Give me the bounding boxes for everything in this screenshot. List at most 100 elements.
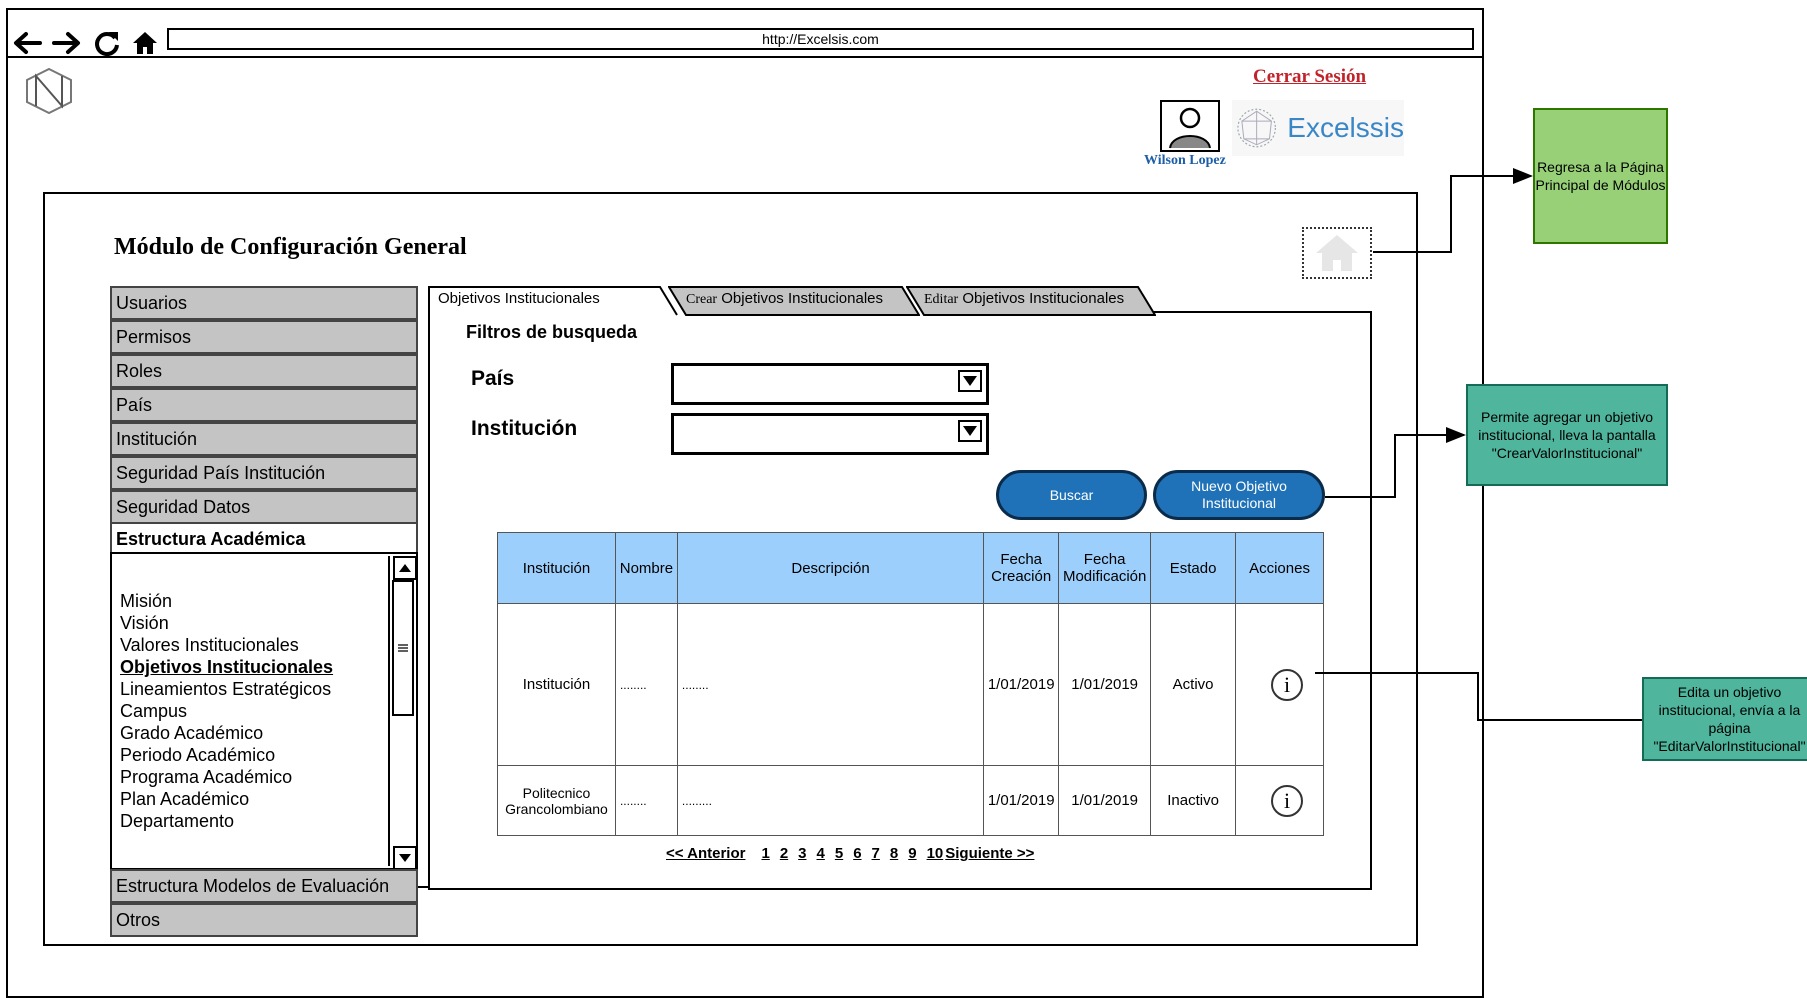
- cell-descripcion: ........: [676, 603, 985, 766]
- cell-nombre: ........: [614, 765, 678, 836]
- sidebar-item-pais[interactable]: País: [110, 388, 418, 422]
- header-descripcion: Descripción: [676, 532, 985, 604]
- header-acciones: Acciones: [1235, 532, 1324, 604]
- brand-logo: Excelssis: [1232, 100, 1404, 156]
- sidebar-item-seguridad-datos[interactable]: Seguridad Datos: [110, 490, 418, 524]
- submenu-item-periodo[interactable]: Periodo Académico: [120, 744, 275, 766]
- scroll-up-icon[interactable]: [393, 556, 417, 580]
- header-estado: Estado: [1150, 532, 1237, 604]
- search-button[interactable]: Buscar: [996, 470, 1147, 520]
- institution-select[interactable]: [671, 413, 989, 455]
- header-institucion: Institución: [497, 532, 616, 604]
- pagination: << Anterior 1 2 3 4 5 6 7 8 9 10 Siguien…: [666, 845, 1044, 862]
- brand-globe-icon: [1237, 108, 1276, 148]
- submenu-item-departamento[interactable]: Departamento: [120, 810, 234, 832]
- pagination-prev[interactable]: << Anterior: [666, 845, 745, 862]
- country-select[interactable]: [671, 363, 989, 405]
- tab-objetivos-label: Objetivos Institucionales: [438, 290, 600, 307]
- tab-crear[interactable]: Crear Objetivos Institucionales: [668, 286, 920, 316]
- submenu-item-programa[interactable]: Programa Académico: [120, 766, 292, 788]
- header-fecha-modificacion: Fecha Modificación: [1058, 532, 1152, 604]
- cell-fecha-modificacion: 1/01/2019: [1058, 765, 1152, 836]
- submenu-item-valores[interactable]: Valores Institucionales: [120, 634, 299, 656]
- pagination-page[interactable]: 9: [908, 845, 916, 862]
- cell-institucion: Politecnico Grancolombiano: [497, 765, 616, 836]
- sidebar-item-otros[interactable]: Otros: [110, 903, 418, 937]
- chevron-down-icon: [958, 370, 982, 392]
- chevron-down-icon: [958, 420, 982, 442]
- sidebar-item-estructura-academica[interactable]: Estructura Académica: [110, 522, 418, 556]
- pagination-page[interactable]: 10: [927, 845, 944, 862]
- tab-crear-prefix: Crear: [686, 292, 718, 307]
- pagination-page[interactable]: 1: [761, 845, 769, 862]
- tab-objetivos[interactable]: Objetivos Institucionales: [428, 286, 678, 316]
- country-label: País: [471, 367, 515, 390]
- user-avatar-icon[interactable]: [1160, 100, 1220, 152]
- back-arrow-icon[interactable]: [10, 26, 44, 60]
- annotation-home: Regresa a la Página Principal de Módulos: [1533, 108, 1668, 244]
- tab-panel-border: [1150, 311, 1372, 313]
- tab-panel-border: [418, 886, 430, 888]
- submenu-item-vision[interactable]: Visión: [120, 612, 169, 634]
- page-title: Módulo de Configuración General: [114, 234, 467, 260]
- forward-arrow-icon[interactable]: [50, 26, 84, 60]
- cell-institucion: Institución: [497, 603, 616, 766]
- sidebar-item-permisos[interactable]: Permisos: [110, 320, 418, 354]
- submenu-item-plan[interactable]: Plan Académico: [120, 788, 249, 810]
- pagination-page[interactable]: 6: [853, 845, 861, 862]
- table-row: Institución ........ ........ 1/01/2019 …: [497, 603, 1324, 766]
- home-icon[interactable]: [128, 26, 162, 60]
- tab-editar[interactable]: Editar Objetivos Institucionales: [906, 286, 1156, 316]
- submenu-list: Misión Visión Valores Institucionales Ob…: [110, 552, 418, 870]
- header-fecha-creacion: Fecha Creación: [983, 532, 1060, 604]
- pagination-page[interactable]: 4: [817, 845, 825, 862]
- pagination-page[interactable]: 2: [780, 845, 788, 862]
- cell-fecha-modificacion: 1/01/2019: [1058, 603, 1152, 766]
- brand-name: Excelssis: [1287, 112, 1404, 143]
- address-input[interactable]: http://Excelsis.com: [167, 28, 1474, 50]
- filters-title: Filtros de busqueda: [466, 322, 638, 342]
- refresh-icon[interactable]: [90, 26, 124, 60]
- submenu-item-mision[interactable]: Misión: [120, 590, 172, 612]
- home-icon: [1316, 235, 1358, 271]
- cell-nombre: ........: [614, 603, 678, 766]
- table-header-row: Institución Nombre Descripción Fecha Cre…: [497, 532, 1324, 604]
- header-nombre: Nombre: [614, 532, 678, 604]
- sidebar-item-estructura-modelos[interactable]: Estructura Modelos de Evaluación: [110, 869, 418, 903]
- cell-descripcion: .........: [676, 765, 985, 836]
- sidebar-item-usuarios[interactable]: Usuarios: [110, 286, 418, 320]
- scroll-thumb[interactable]: [392, 580, 414, 716]
- cell-fecha-creacion: 1/01/2019: [983, 765, 1060, 836]
- sidebar-item-seguridad-pais-institucion[interactable]: Seguridad País Institución: [110, 456, 418, 490]
- tab-editar-label: Objetivos Institucionales: [958, 290, 1125, 307]
- submenu-item-campus[interactable]: Campus: [120, 700, 187, 722]
- cell-estado: Activo: [1150, 603, 1237, 766]
- info-icon[interactable]: i: [1271, 668, 1303, 701]
- pagination-page[interactable]: 3: [798, 845, 806, 862]
- pagination-page[interactable]: 8: [890, 845, 898, 862]
- cell-acciones: i: [1235, 603, 1324, 766]
- submenu-item-grado[interactable]: Grado Académico: [120, 722, 263, 744]
- pagination-next[interactable]: Siguiente >>: [945, 845, 1034, 862]
- info-icon[interactable]: i: [1271, 784, 1303, 817]
- tab-editar-prefix: Editar: [924, 292, 959, 307]
- submenu-item-objetivos[interactable]: Objetivos Institucionales: [120, 656, 333, 678]
- cell-acciones: i: [1235, 765, 1324, 836]
- submenu-item-lineamientos[interactable]: Lineamientos Estratégicos: [120, 678, 331, 700]
- annotation-new-objective: Permite agregar un objetivo instituciona…: [1466, 384, 1668, 486]
- cell-estado: Inactivo: [1150, 765, 1237, 836]
- sidebar-item-institucion[interactable]: Institución: [110, 422, 418, 456]
- pagination-page[interactable]: 7: [872, 845, 880, 862]
- grip-icon: [398, 644, 408, 652]
- logout-link[interactable]: Cerrar Sesión: [1253, 66, 1366, 88]
- table-row: Politecnico Grancolombiano ........ ....…: [497, 765, 1324, 836]
- new-objective-button[interactable]: Nuevo Objetivo Institucional: [1153, 470, 1325, 520]
- sidebar-item-roles[interactable]: Roles: [110, 354, 418, 388]
- app-logo-icon: [22, 66, 76, 116]
- institution-label: Institución: [471, 417, 578, 440]
- user-name: Wilson Lopez: [1144, 153, 1226, 168]
- home-button[interactable]: [1302, 227, 1372, 279]
- scroll-down-icon[interactable]: [393, 846, 417, 870]
- annotation-edit-objective: Edita un objetivo institucional, envía a…: [1642, 677, 1807, 761]
- pagination-page[interactable]: 5: [835, 845, 843, 862]
